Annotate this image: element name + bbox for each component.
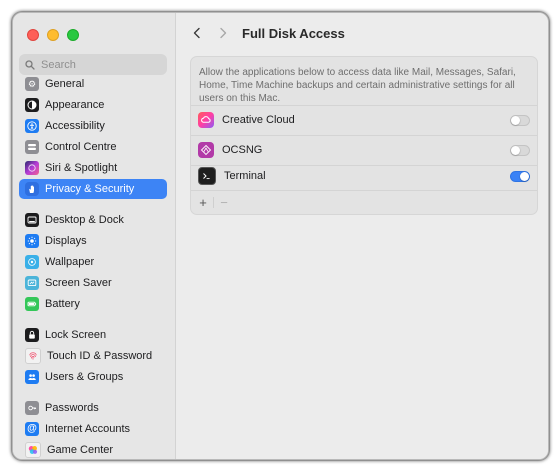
- sidebar-item-passwords[interactable]: Passwords: [19, 398, 167, 418]
- at-icon: @: [25, 422, 39, 436]
- toolbar: Full Disk Access: [176, 13, 548, 53]
- control-centre-icon: [25, 140, 39, 154]
- forward-button[interactable]: [214, 24, 232, 42]
- search-input[interactable]: [41, 58, 151, 71]
- app-label: Terminal: [224, 170, 266, 182]
- app-label: OCSNG: [222, 144, 263, 156]
- sidebar-item-lock-screen[interactable]: Lock Screen: [19, 325, 167, 345]
- settings-window: ⚙ General Appearance Accessibility Cont: [12, 12, 549, 460]
- app-row-terminal[interactable]: Terminal: [191, 162, 537, 190]
- search-icon: [25, 59, 35, 70]
- chevron-left-icon: [193, 27, 200, 39]
- sidebar-item-desktop-dock[interactable]: Desktop & Dock: [19, 210, 167, 230]
- sidebar-item-label: Game Center: [47, 444, 114, 456]
- sidebar-item-internet-accounts[interactable]: @ Internet Accounts: [19, 419, 167, 439]
- sidebar-item-label: Battery: [45, 298, 80, 310]
- sidebar: ⚙ General Appearance Accessibility Cont: [13, 13, 176, 459]
- sidebar-item-battery[interactable]: Battery: [19, 294, 167, 314]
- sidebar-item-touch-id-password[interactable]: Touch ID & Password: [19, 346, 167, 366]
- sidebar-item-label: Appearance: [45, 99, 105, 111]
- terminal-icon: [198, 167, 216, 185]
- sidebar-item-label: Control Centre: [45, 141, 117, 153]
- content-pane: Full Disk Access Allow the applications …: [176, 13, 548, 459]
- sun-icon: [25, 234, 39, 248]
- fingerprint-icon: [25, 348, 41, 364]
- sidebar-item-users-groups[interactable]: Users & Groups: [19, 367, 167, 387]
- sidebar-item-wallpaper[interactable]: Wallpaper: [19, 252, 167, 272]
- description-text: Allow the applications below to access d…: [199, 67, 516, 104]
- close-window-button[interactable]: [27, 29, 39, 41]
- lock-icon: [25, 328, 39, 342]
- dock-icon: [25, 213, 39, 227]
- screen-saver-icon: [25, 276, 39, 290]
- add-button[interactable]: +: [195, 195, 211, 210]
- game-center-icon: [25, 442, 41, 458]
- window-controls: [27, 29, 79, 41]
- sidebar-item-control-centre[interactable]: Control Centre: [19, 137, 167, 157]
- sidebar-item-label: Touch ID & Password: [47, 350, 153, 362]
- key-icon: [25, 401, 39, 415]
- sidebar-item-label: Siri & Spotlight: [45, 162, 118, 174]
- sidebar-item-siri-spotlight[interactable]: Siri & Spotlight: [19, 158, 167, 178]
- sidebar-item-screen-saver[interactable]: Screen Saver: [19, 273, 167, 293]
- remove-button[interactable]: −: [216, 195, 232, 210]
- app-row-creative-cloud[interactable]: Creative Cloud: [191, 106, 537, 134]
- battery-icon: [25, 297, 39, 311]
- sidebar-item-game-center[interactable]: Game Center: [19, 440, 167, 459]
- sidebar-item-label: Lock Screen: [45, 329, 107, 341]
- back-button[interactable]: [188, 24, 206, 42]
- sidebar-item-label: Users & Groups: [45, 371, 124, 383]
- sidebar-item-label: Displays: [45, 235, 87, 247]
- sidebar-item-general[interactable]: ⚙ General: [19, 74, 167, 94]
- ocsng-toggle[interactable]: [510, 144, 530, 156]
- sidebar-item-label: Passwords: [45, 402, 99, 414]
- sidebar-item-label: Screen Saver: [45, 277, 112, 289]
- sidebar-item-label: Internet Accounts: [45, 423, 130, 435]
- sidebar-item-label: General: [45, 78, 85, 90]
- ocsng-icon: [198, 142, 214, 158]
- sidebar-item-label: Desktop & Dock: [45, 214, 124, 226]
- accessibility-icon: [25, 119, 39, 133]
- divider: [213, 197, 214, 208]
- sidebar-item-label: Wallpaper: [45, 256, 95, 268]
- search-field[interactable]: [19, 54, 167, 75]
- minimize-window-button[interactable]: [47, 29, 59, 41]
- zoom-window-button[interactable]: [67, 29, 79, 41]
- sidebar-item-accessibility[interactable]: Accessibility: [19, 116, 167, 136]
- full-disk-access-panel: Allow the applications below to access d…: [190, 56, 538, 215]
- sidebar-item-label: Privacy & Security: [45, 183, 135, 195]
- page-title: Full Disk Access: [242, 26, 345, 41]
- sidebar-item-label: Accessibility: [45, 120, 105, 132]
- users-icon: [25, 370, 39, 384]
- sidebar-item-displays[interactable]: Displays: [19, 231, 167, 251]
- creative-cloud-toggle[interactable]: [510, 114, 530, 126]
- app-label: Creative Cloud: [222, 114, 295, 126]
- appearance-icon: [25, 98, 39, 112]
- chevron-right-icon: [220, 27, 227, 39]
- creative-cloud-icon: [198, 112, 214, 128]
- sidebar-item-privacy-security[interactable]: Privacy & Security: [19, 179, 167, 199]
- add-remove-bar: + −: [191, 190, 537, 214]
- sidebar-item-appearance[interactable]: Appearance: [19, 95, 167, 115]
- gear-icon: ⚙: [25, 77, 39, 91]
- wallpaper-icon: [25, 255, 39, 269]
- siri-icon: [25, 161, 39, 175]
- hand-icon: [25, 182, 39, 196]
- app-row-ocsng[interactable]: OCSNG: [191, 136, 537, 164]
- terminal-toggle[interactable]: [510, 170, 530, 182]
